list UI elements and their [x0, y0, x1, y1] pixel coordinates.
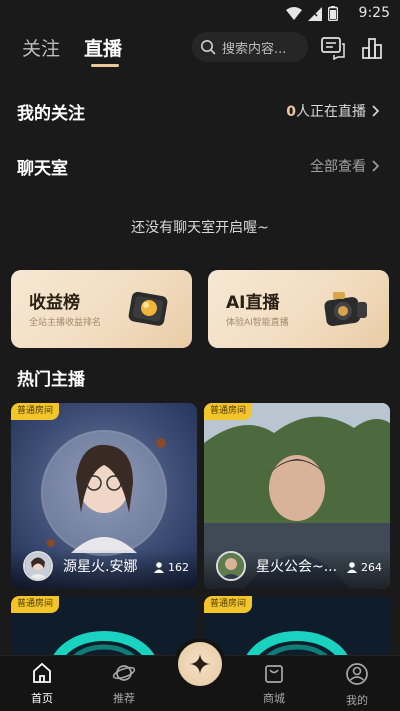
sparkle-icon [190, 654, 210, 674]
chevron-right-icon [372, 160, 380, 172]
avatar [216, 551, 246, 581]
nav-home[interactable]: 首页 [12, 662, 72, 706]
message-icon[interactable] [320, 36, 346, 60]
viewer-count-value: 264 [361, 561, 382, 574]
nav-home-label: 首页 [31, 692, 53, 705]
ai-live-subtitle: 体验AI智能直播 [226, 318, 289, 328]
avatar [23, 551, 53, 581]
nav-recommend-label: 推荐 [113, 692, 135, 705]
view-all-label: 全部查看 [310, 159, 366, 175]
planet-icon [112, 665, 136, 681]
nav-shop[interactable]: 商城 [244, 662, 304, 706]
shop-bag-icon [265, 665, 283, 683]
signal-icon [308, 6, 322, 21]
live-count-number: 0 [286, 104, 296, 120]
view-all-link[interactable]: 全部查看 [310, 156, 380, 176]
nav-shop-label: 商城 [263, 692, 285, 705]
chevron-right-icon [372, 105, 380, 117]
trophy-icon [128, 291, 168, 326]
streamer-card[interactable]: 普通房间 源星火.安娜 162 [11, 403, 197, 589]
streamer-card[interactable]: 普通房间 [204, 596, 390, 656]
header: 关注 直播 搜索内容... [0, 28, 400, 72]
room-type-badge: 普通房间 [204, 403, 253, 420]
tab-live[interactable]: 直播 [84, 34, 122, 61]
camera-icon [324, 292, 367, 327]
ai-live-title: AI直播 [226, 293, 280, 313]
viewer-count: 162 [154, 561, 189, 574]
streamer-name: 源星火.安娜 [63, 559, 138, 575]
status-icons [286, 6, 338, 21]
start-live-button[interactable] [174, 638, 226, 690]
search-input[interactable]: 搜索内容... [192, 32, 308, 62]
room-type-badge: 普通房间 [11, 403, 60, 420]
tab-active-indicator [91, 64, 119, 67]
ai-live-card[interactable]: AI直播 体验AI智能直播 [208, 270, 389, 348]
earnings-ranking-card[interactable]: 收益榜 全站主播收益排名 [11, 270, 192, 348]
live-count-text: 人正在直播 [296, 104, 366, 120]
viewer-count: 264 [347, 561, 382, 574]
person-icon [154, 562, 164, 573]
search-icon [201, 40, 216, 55]
battery-icon [328, 6, 338, 21]
room-type-badge: 普通房间 [11, 596, 60, 613]
nav-profile-label: 我的 [346, 694, 368, 707]
wifi-icon [286, 6, 302, 20]
nav-recommend[interactable]: 推荐 [94, 662, 154, 706]
my-follow-row[interactable]: 我的关注 0人正在直播 [0, 95, 400, 125]
person-icon [347, 562, 357, 573]
streamer-name: 星火公会~... [256, 559, 338, 575]
status-bar: 9:25 [0, 0, 400, 28]
ranking-icon[interactable] [360, 36, 386, 60]
streamer-card[interactable]: 普通房间 星火公会~... 264 [204, 403, 390, 589]
chat-room-row: 聊天室 全部查看 [0, 150, 400, 180]
streamer-card[interactable]: 普通房间 [11, 596, 197, 656]
home-icon [33, 662, 51, 683]
nav-profile[interactable]: 我的 [327, 662, 387, 708]
chat-room-empty-text: 还没有聊天室开启喔~ [131, 220, 269, 236]
tab-follow[interactable]: 关注 [22, 34, 60, 61]
status-time: 9:25 [358, 5, 390, 21]
earnings-ranking-subtitle: 全站主播收益排名 [29, 318, 102, 328]
viewer-count-value: 162 [168, 561, 189, 574]
search-placeholder: 搜索内容... [222, 41, 287, 57]
chat-room-title: 聊天室 [17, 159, 68, 179]
my-follow-title: 我的关注 [17, 104, 85, 124]
live-count[interactable]: 0人正在直播 [286, 101, 380, 121]
profile-icon [346, 663, 368, 685]
room-type-badge: 普通房间 [204, 596, 253, 613]
earnings-ranking-title: 收益榜 [29, 293, 80, 313]
hot-streamers-title: 热门主播 [17, 370, 85, 390]
